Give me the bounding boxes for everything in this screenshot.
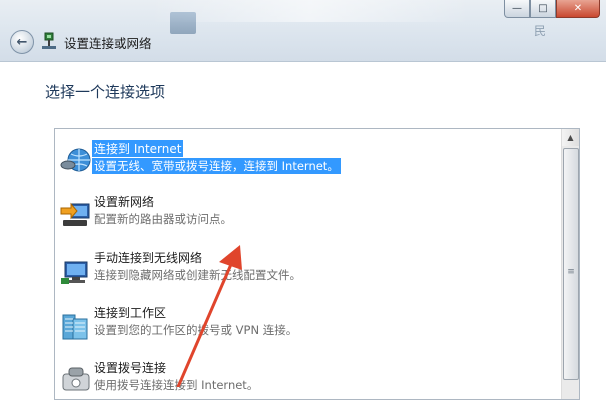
back-arrow-icon: ← xyxy=(16,34,28,50)
option-dialup[interactable]: 设置拨号连接 使用拨号连接连接到 Internet。 xyxy=(57,358,557,404)
option-manual-wireless[interactable]: 手动连接到无线网络 连接到隐藏网络或创建新无线配置文件。 xyxy=(57,248,557,294)
option-description: 设置到您的工作区的拨号或 VPN 连接。 xyxy=(94,323,298,337)
option-description: 配置新的路由器或访问点。 xyxy=(94,212,232,226)
caption-buttons: — □ ✕ xyxy=(504,0,600,18)
maximize-button[interactable]: □ xyxy=(530,0,556,18)
glass-highlight xyxy=(150,0,470,22)
network-wizard-icon xyxy=(42,32,56,49)
workplace-building-icon xyxy=(62,314,88,340)
option-connect-workplace[interactable]: 连接到工作区 设置到您的工作区的拨号或 VPN 连接。 xyxy=(57,303,557,349)
background-window-icon xyxy=(170,12,196,34)
router-setup-icon xyxy=(60,202,90,226)
dialup-phone-icon xyxy=(62,367,90,391)
scroll-thumb[interactable]: ≡ xyxy=(563,148,579,380)
window-title: 设置连接或网络 xyxy=(64,36,152,51)
minimize-button[interactable]: — xyxy=(504,0,530,18)
window-chrome: 民 — □ ✕ ← 设置连接或网络 xyxy=(0,0,606,62)
vertical-scrollbar[interactable]: ▲ ≡ xyxy=(561,129,579,399)
scroll-grip-icon: ≡ xyxy=(567,267,575,277)
globe-network-icon xyxy=(60,148,91,172)
option-description: 连接到隐藏网络或创建新无线配置文件。 xyxy=(94,268,301,282)
back-button[interactable]: ← xyxy=(10,30,34,54)
option-description: 设置无线、宽带或拨号连接，连接到 Internet。 xyxy=(92,158,341,174)
option-description: 使用拨号连接连接到 Internet。 xyxy=(94,378,259,392)
option-title: 设置拨号连接 xyxy=(94,361,167,375)
option-title: 设置新网络 xyxy=(94,195,155,209)
wireless-monitor-icon xyxy=(61,261,88,284)
page-heading: 选择一个连接选项 xyxy=(45,83,166,101)
option-title: 手动连接到无线网络 xyxy=(94,251,203,265)
background-window-text: 民 xyxy=(534,24,547,38)
option-title: 连接到 Internet xyxy=(92,140,184,157)
option-setup-network[interactable]: 设置新网络 配置新的路由器或访问点。 xyxy=(57,192,557,238)
scroll-up-arrow-icon[interactable]: ▲ xyxy=(562,129,579,146)
close-button[interactable]: ✕ xyxy=(556,0,600,18)
option-connect-internet[interactable]: 连接到 Internet 设置无线、宽带或拨号连接，连接到 Internet。 xyxy=(57,139,557,185)
connection-options-list[interactable]: 连接到 Internet 设置无线、宽带或拨号连接，连接到 Internet。 … xyxy=(54,128,580,400)
option-title: 连接到工作区 xyxy=(94,306,167,320)
